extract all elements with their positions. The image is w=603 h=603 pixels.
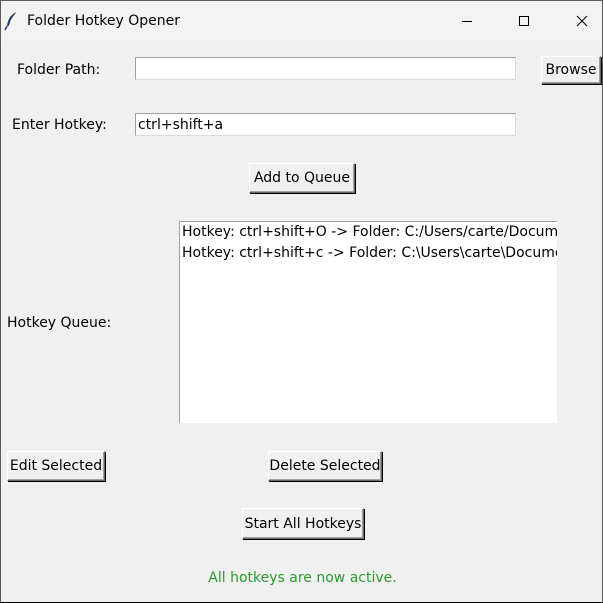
folder-path-input[interactable] xyxy=(135,57,516,80)
add-to-queue-button[interactable]: Add to Queue xyxy=(249,163,355,193)
maximize-icon xyxy=(518,15,530,27)
list-item[interactable]: Hotkey: ctrl+shift+c -> Folder: C:\Users… xyxy=(180,243,557,264)
hotkey-label: Enter Hotkey: xyxy=(12,117,107,133)
start-all-hotkeys-button[interactable]: Start All Hotkeys xyxy=(242,508,364,539)
app-window: Folder Hotkey Opener Folder Path: Browse… xyxy=(0,0,603,603)
minimize-icon xyxy=(461,15,473,27)
close-icon xyxy=(576,15,588,27)
hotkey-input[interactable] xyxy=(135,113,516,136)
close-button[interactable] xyxy=(559,1,602,41)
title-bar[interactable]: Folder Hotkey Opener xyxy=(1,1,602,41)
browse-button[interactable]: Browse xyxy=(541,56,601,84)
edit-selected-button[interactable]: Edit Selected xyxy=(7,451,105,481)
hotkey-queue-label: Hotkey Queue: xyxy=(7,315,112,331)
list-item[interactable]: Hotkey: ctrl+shift+O -> Folder: C:/Users… xyxy=(180,222,557,243)
feather-icon xyxy=(4,11,20,31)
delete-selected-button[interactable]: Delete Selected xyxy=(268,451,382,481)
status-message: All hotkeys are now active. xyxy=(208,570,397,586)
maximize-button[interactable] xyxy=(501,1,547,41)
window-title: Folder Hotkey Opener xyxy=(27,13,181,29)
hotkey-queue-listbox[interactable]: Hotkey: ctrl+shift+O -> Folder: C:/Users… xyxy=(179,221,557,423)
minimize-button[interactable] xyxy=(444,1,490,41)
folder-path-label: Folder Path: xyxy=(17,62,101,78)
